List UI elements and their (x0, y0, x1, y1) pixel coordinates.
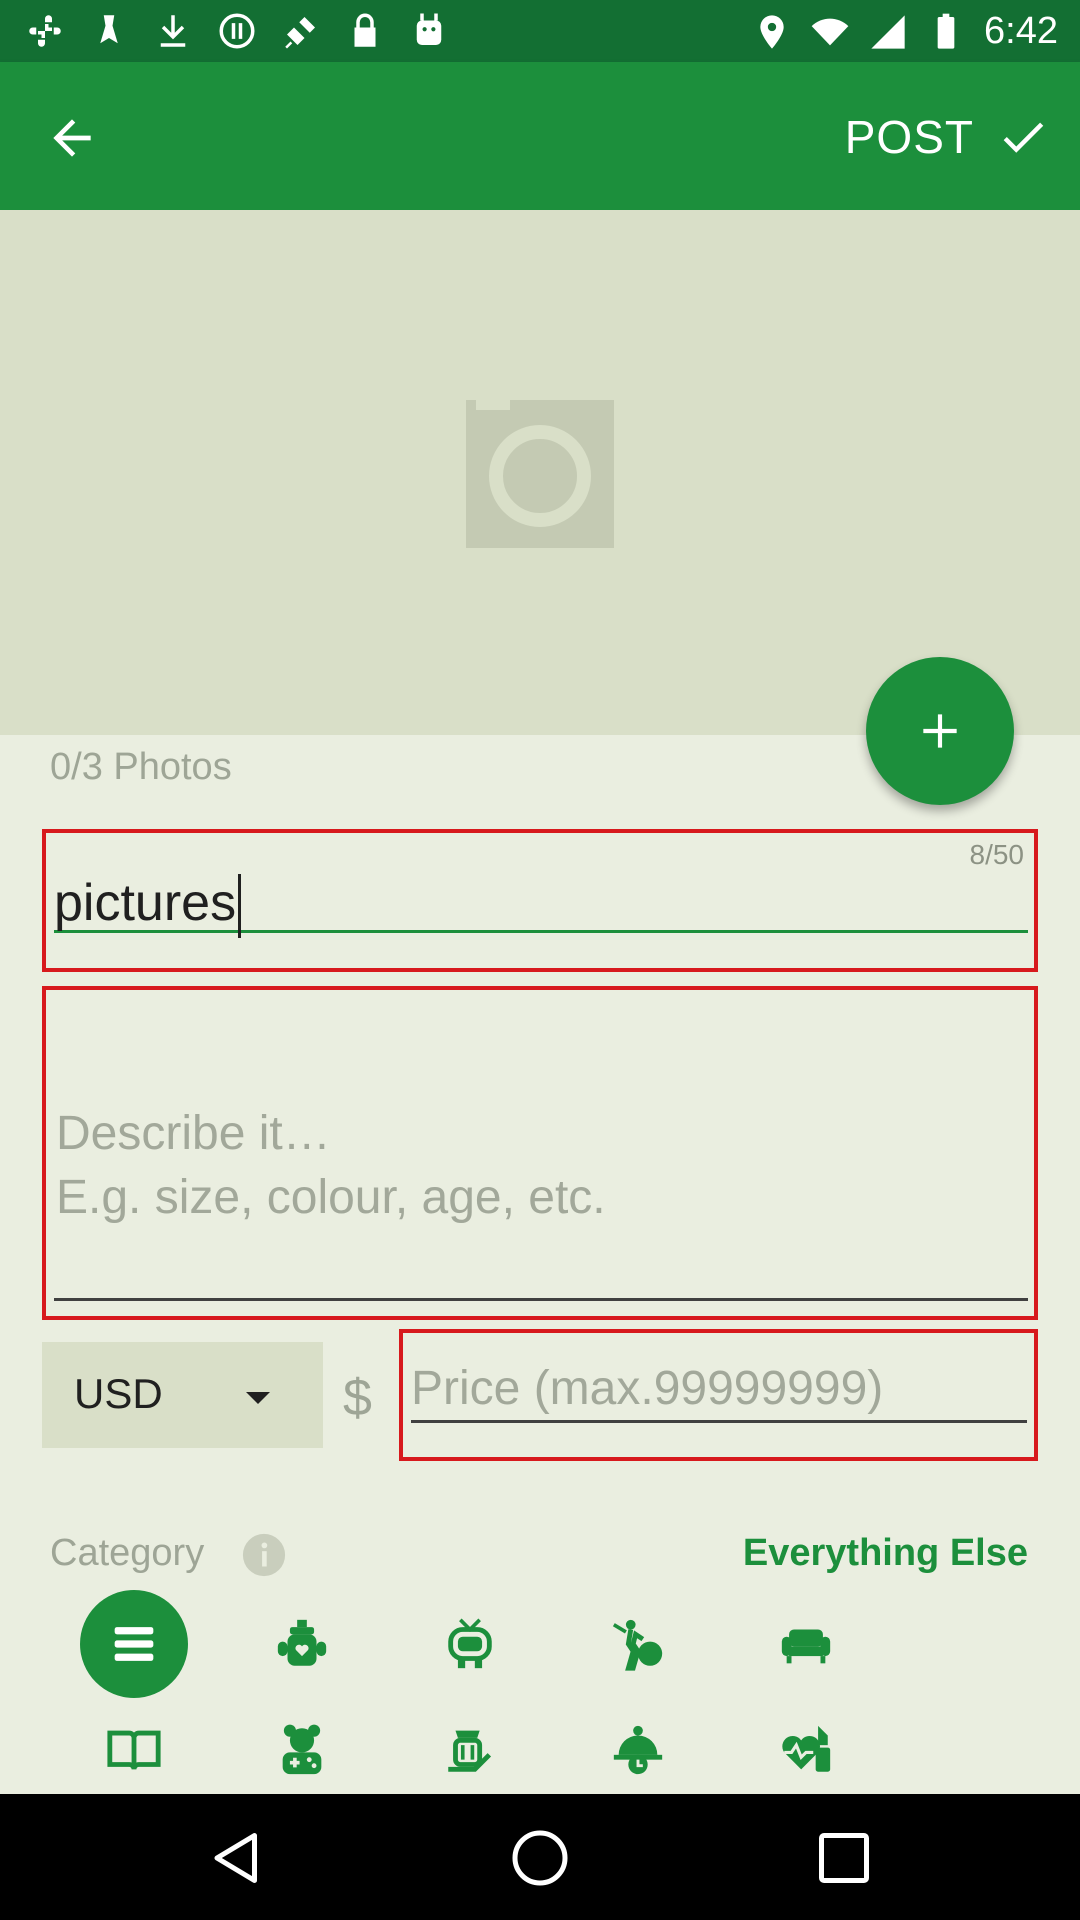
text-caret (238, 874, 242, 939)
location-icon (760, 14, 784, 49)
category-services[interactable] (584, 1696, 692, 1804)
recents-square-icon[interactable] (814, 1828, 874, 1888)
title-input[interactable]: pictures (54, 873, 1028, 939)
android-icon (416, 13, 442, 45)
category-toys[interactable] (248, 1696, 356, 1804)
currency-symbol: $ (343, 1369, 372, 1427)
back-arrow-icon[interactable] (44, 110, 100, 166)
back-triangle-icon[interactable] (207, 1828, 267, 1888)
category-everything-else[interactable] (80, 1590, 188, 1698)
fake-gps-icon (285, 17, 315, 49)
photo-count: 0/3 Photos (50, 746, 232, 788)
status-time: 6:42 (984, 10, 1058, 52)
health-beauty-icon (782, 1725, 831, 1772)
app-bar: POST (0, 62, 1080, 210)
wifi-icon (811, 18, 849, 45)
tools-icon (448, 1730, 492, 1772)
download-icon (160, 15, 186, 47)
category-sports[interactable] (584, 1590, 692, 1698)
slack-icon (29, 15, 61, 47)
category-label: Category (50, 1532, 205, 1574)
category-furniture[interactable] (752, 1590, 860, 1698)
sports-icon (612, 1619, 663, 1671)
check-icon (1003, 122, 1044, 153)
lock-icon (354, 13, 376, 47)
category-health-beauty[interactable] (752, 1696, 860, 1804)
post-button[interactable]: POST (845, 102, 1050, 172)
add-photo-button[interactable] (866, 657, 1014, 805)
currency-dropdown[interactable]: USD (42, 1342, 323, 1448)
title-char-counter: 8/50 (969, 839, 1025, 870)
ribbon-icon (100, 15, 118, 44)
currency-value: USD (74, 1370, 163, 1417)
description-placeholder-line1: Describe it… (56, 1107, 331, 1160)
list-icon (114, 1627, 154, 1661)
dropdown-arrow-icon (246, 1392, 270, 1404)
price-input[interactable]: Price (max.99999999) (411, 1359, 1027, 1423)
circle-pause-icon (219, 13, 255, 49)
book-icon (107, 1730, 161, 1770)
category-grid (0, 1590, 1080, 1790)
description-underline (54, 1298, 1028, 1301)
toys-icon (282, 1724, 322, 1775)
description-placeholder-line2: E.g. size, colour, age, etc. (56, 1171, 606, 1224)
category-home-garden[interactable] (416, 1696, 524, 1804)
post-label: POST (844, 111, 974, 163)
sofa-icon (781, 1629, 831, 1664)
price-field-container: Price (max.99999999) (399, 1329, 1038, 1461)
status-bar: 6:42 (0, 0, 1080, 62)
signal-icon (871, 14, 905, 49)
category-baby[interactable] (248, 1590, 356, 1698)
title-field-container: 8/50 pictures (42, 829, 1038, 972)
selected-category: Everything Else (742, 1532, 1028, 1574)
baby-bottle-icon (277, 1619, 327, 1666)
home-circle-icon[interactable] (510, 1828, 570, 1888)
category-electronics[interactable] (416, 1590, 524, 1698)
description-input[interactable]: Describe it… E.g. size, colour, age, etc… (56, 1102, 1026, 1230)
photo-preview-area[interactable] (0, 210, 1080, 735)
system-navigation-bar (0, 1794, 1080, 1920)
plus-icon (923, 714, 957, 748)
category-books[interactable] (80, 1696, 188, 1804)
info-icon[interactable] (241, 1532, 287, 1578)
tv-icon (448, 1618, 492, 1669)
camera-icon (466, 400, 614, 548)
description-field-container[interactable]: Describe it… E.g. size, colour, age, etc… (42, 986, 1038, 1320)
title-input-value: pictures (54, 874, 237, 932)
kitchen-timer-icon (613, 1725, 663, 1775)
battery-icon (937, 13, 955, 49)
